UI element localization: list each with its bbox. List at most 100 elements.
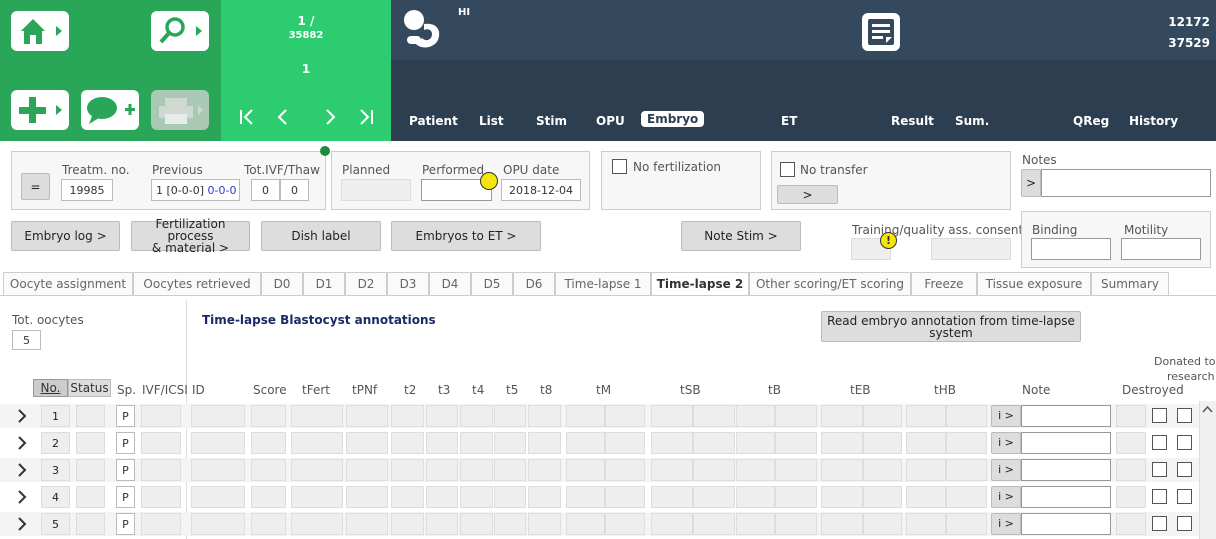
row-time-cell[interactable] xyxy=(460,405,493,427)
row-time-cell[interactable] xyxy=(863,486,902,508)
tab-patient[interactable]: Patient xyxy=(409,114,458,128)
row-time-cell[interactable] xyxy=(528,486,561,508)
row-time-cell[interactable] xyxy=(821,486,863,508)
row-ivf-icsi[interactable] xyxy=(141,459,181,481)
row-time-cell[interactable] xyxy=(736,486,775,508)
row-time-cell[interactable] xyxy=(863,405,902,427)
row-donated-checkbox[interactable] xyxy=(1177,435,1192,450)
tab-d0[interactable]: D0 xyxy=(261,272,303,295)
expand-icon[interactable] xyxy=(18,436,27,450)
home-button[interactable] xyxy=(11,11,69,51)
tab-d3[interactable]: D3 xyxy=(387,272,429,295)
previous-field[interactable]: 1 [0-0-0] 0-0-0 xyxy=(151,179,240,201)
row-time-cell[interactable] xyxy=(191,432,245,454)
row-time-cell[interactable] xyxy=(291,486,343,508)
row-time-cell[interactable] xyxy=(528,405,561,427)
row-time-cell[interactable] xyxy=(566,486,605,508)
table-scrollbar[interactable] xyxy=(1199,401,1216,539)
row-destroyed-checkbox[interactable] xyxy=(1152,435,1167,450)
row-sp[interactable]: P xyxy=(116,513,135,535)
row-destroyed[interactable] xyxy=(1116,513,1146,535)
training-field-b[interactable] xyxy=(931,238,1011,260)
tab-et[interactable]: ET xyxy=(781,114,797,128)
fertilization-process-button[interactable]: Fertilization process & material > xyxy=(131,218,250,254)
row-time-cell[interactable] xyxy=(946,405,987,427)
row-time-cell[interactable] xyxy=(566,405,605,427)
row-sp[interactable]: P xyxy=(116,486,135,508)
row-destroyed[interactable] xyxy=(1116,459,1146,481)
row-destroyed[interactable] xyxy=(1116,486,1146,508)
row-time-cell[interactable] xyxy=(566,459,605,481)
row-note-field[interactable] xyxy=(1021,513,1111,535)
tab-d1[interactable]: D1 xyxy=(303,272,345,295)
print-button[interactable] xyxy=(151,90,209,130)
row-time-cell[interactable] xyxy=(426,405,458,427)
row-time-cell[interactable] xyxy=(191,459,245,481)
row-time-cell[interactable] xyxy=(426,486,458,508)
expand-icon[interactable] xyxy=(18,517,27,531)
tab-other-scoring[interactable]: Other scoring/ET scoring xyxy=(749,272,911,295)
row-time-cell[interactable] xyxy=(736,432,775,454)
row-time-cell[interactable] xyxy=(528,513,561,535)
row-time-cell[interactable] xyxy=(391,486,424,508)
row-time-cell[interactable] xyxy=(460,459,493,481)
expand-icon[interactable] xyxy=(18,490,27,504)
row-time-cell[interactable] xyxy=(494,405,526,427)
row-time-cell[interactable] xyxy=(391,432,424,454)
row-sp[interactable]: P xyxy=(116,459,135,481)
tab-d2[interactable]: D2 xyxy=(345,272,387,295)
row-status[interactable] xyxy=(76,513,105,535)
row-donated-checkbox[interactable] xyxy=(1177,462,1192,477)
row-ivf-icsi[interactable] xyxy=(141,405,181,427)
tab-tissue-exposure[interactable]: Tissue exposure xyxy=(977,272,1091,295)
equals-button[interactable]: = xyxy=(21,173,50,200)
row-note-button[interactable]: i > xyxy=(991,432,1021,454)
row-time-cell[interactable] xyxy=(775,513,817,535)
row-note-field[interactable] xyxy=(1021,432,1111,454)
row-status[interactable] xyxy=(76,486,105,508)
tab-d6[interactable]: D6 xyxy=(513,272,555,295)
no-transfer-button[interactable]: > xyxy=(777,185,838,204)
notes-button[interactable]: > xyxy=(1021,169,1041,197)
row-time-cell[interactable] xyxy=(946,513,987,535)
row-time-cell[interactable] xyxy=(946,432,987,454)
row-time-cell[interactable] xyxy=(346,432,388,454)
row-time-cell[interactable] xyxy=(605,486,645,508)
row-time-cell[interactable] xyxy=(906,486,946,508)
row-time-cell[interactable] xyxy=(566,513,605,535)
col-no[interactable]: No. xyxy=(33,379,68,397)
row-time-cell[interactable] xyxy=(494,486,526,508)
row-donated-checkbox[interactable] xyxy=(1177,516,1192,531)
tab-qreg[interactable]: QReg xyxy=(1073,114,1109,128)
row-note-button[interactable]: i > xyxy=(991,486,1021,508)
dish-label-button[interactable]: Dish label xyxy=(261,221,381,251)
row-ivf-icsi[interactable] xyxy=(141,486,181,508)
row-time-cell[interactable] xyxy=(391,405,424,427)
scroll-up-icon[interactable] xyxy=(1202,405,1213,413)
row-time-cell[interactable] xyxy=(651,405,693,427)
notes-field[interactable] xyxy=(1041,169,1211,197)
tab-list[interactable]: List xyxy=(479,114,504,128)
row-time-cell[interactable] xyxy=(821,405,863,427)
tot-thaw-field[interactable]: 0 xyxy=(280,179,309,201)
add-button[interactable] xyxy=(11,90,69,130)
prev-icon[interactable] xyxy=(277,109,287,125)
row-time-cell[interactable] xyxy=(651,513,693,535)
row-time-cell[interactable] xyxy=(693,513,735,535)
tab-result[interactable]: Result xyxy=(891,114,934,128)
motility-field[interactable] xyxy=(1121,238,1201,260)
row-time-cell[interactable] xyxy=(906,513,946,535)
row-time-cell[interactable] xyxy=(426,459,458,481)
expand-icon[interactable] xyxy=(18,409,27,423)
row-time-cell[interactable] xyxy=(651,432,693,454)
tab-freeze[interactable]: Freeze xyxy=(911,272,977,295)
row-time-cell[interactable] xyxy=(605,513,645,535)
row-time-cell[interactable] xyxy=(863,432,902,454)
row-time-cell[interactable] xyxy=(566,432,605,454)
row-time-cell[interactable] xyxy=(251,405,286,427)
row-time-cell[interactable] xyxy=(906,405,946,427)
row-destroyed[interactable] xyxy=(1116,432,1146,454)
row-time-cell[interactable] xyxy=(191,405,245,427)
row-time-cell[interactable] xyxy=(605,405,645,427)
row-time-cell[interactable] xyxy=(775,405,817,427)
